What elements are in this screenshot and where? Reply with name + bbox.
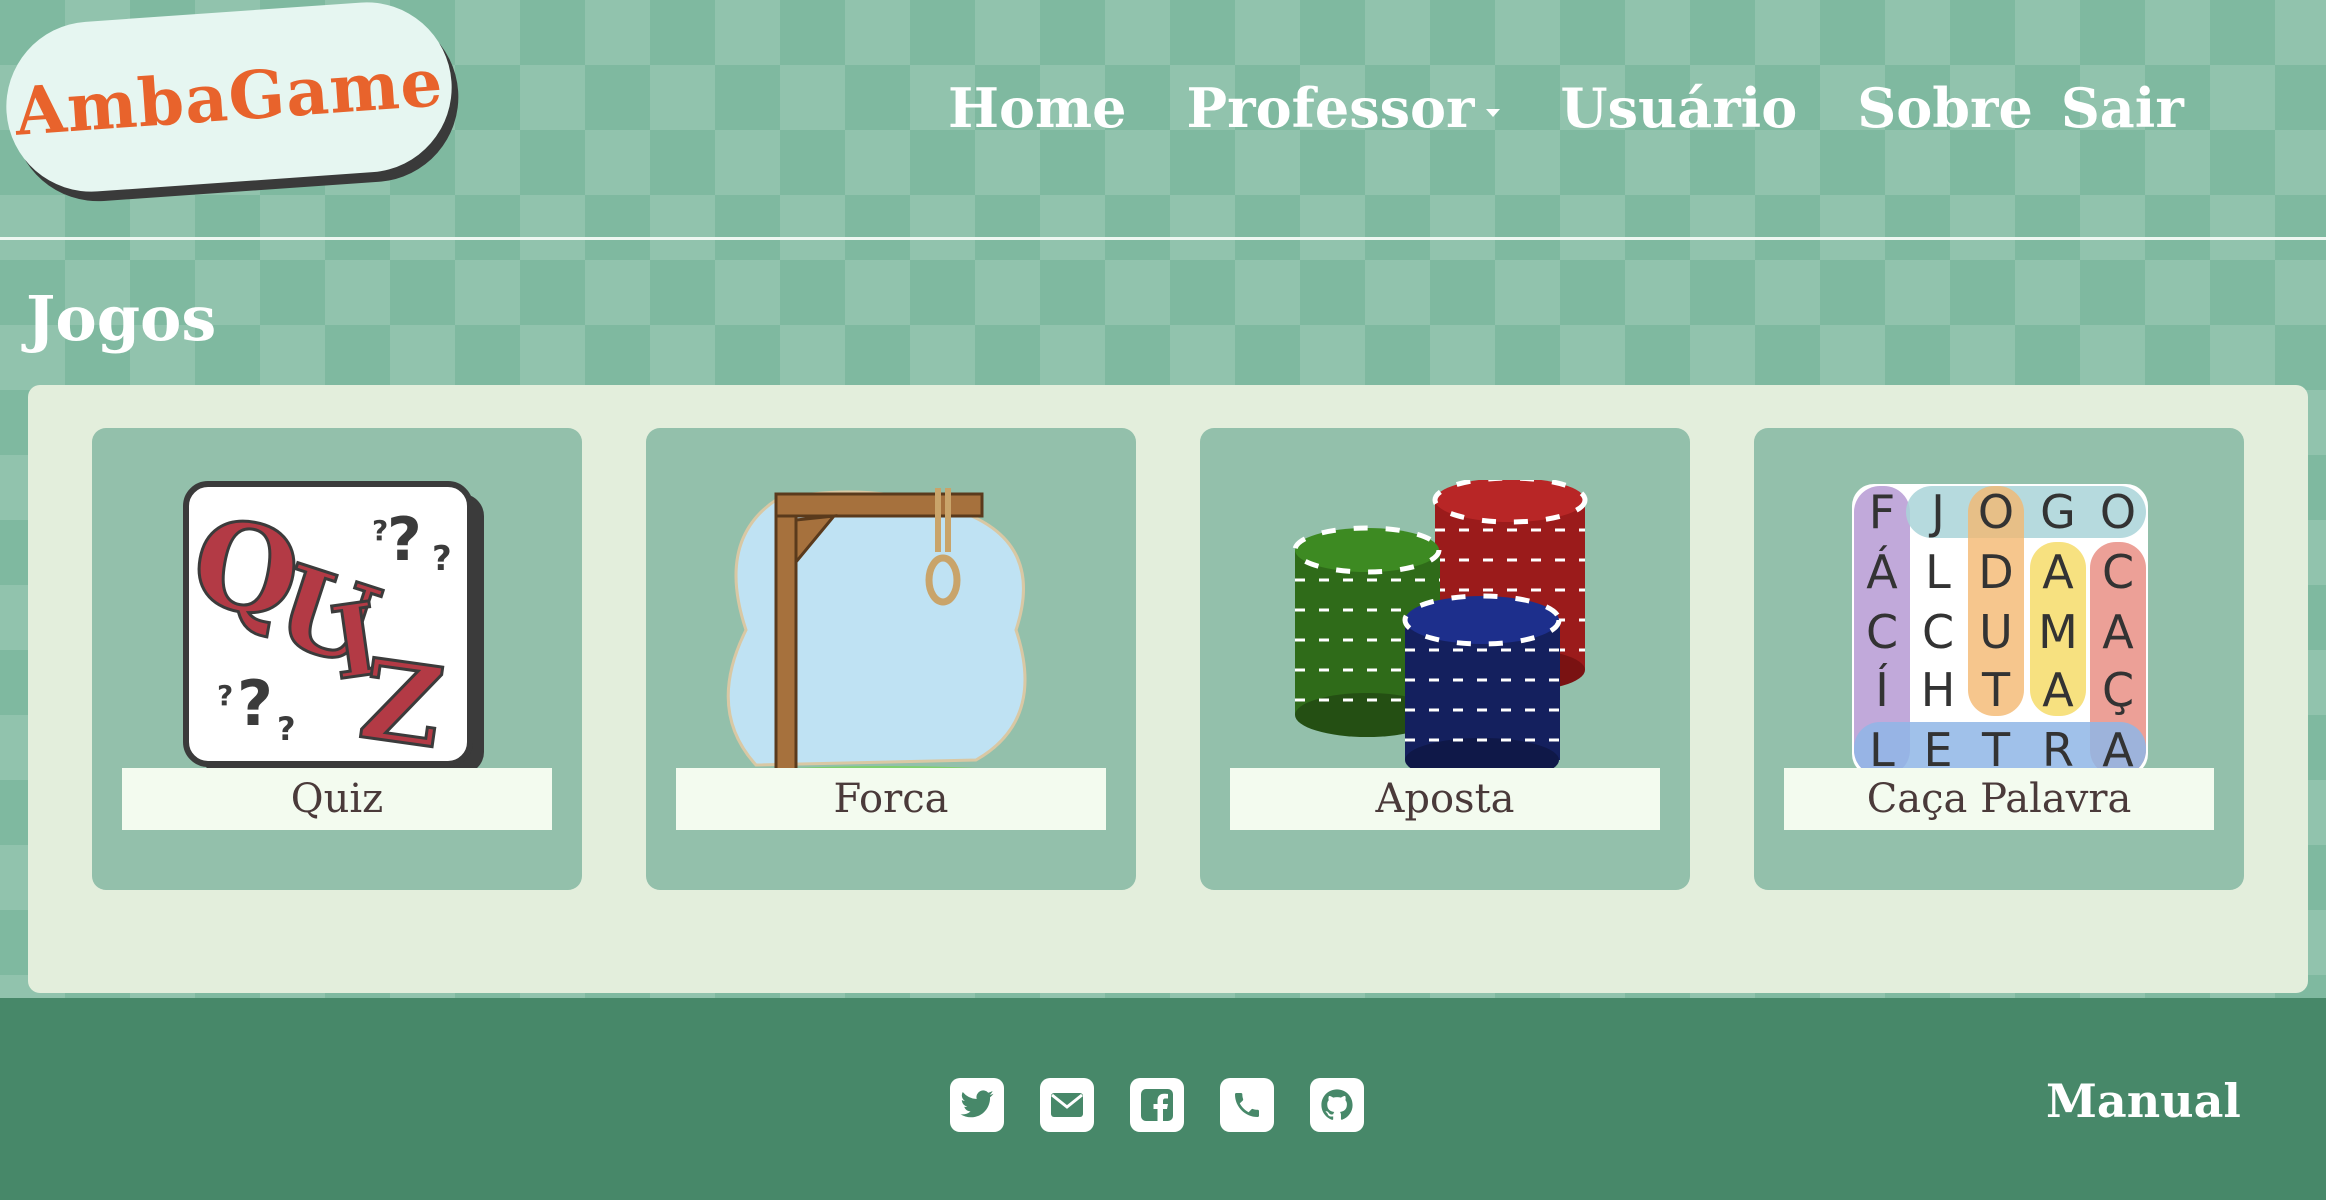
game-card-quiz[interactable]: Q U I Z ? ? ? ? ? ? Quiz — [92, 428, 582, 890]
game-label-quiz: Quiz — [122, 768, 552, 830]
svg-text:A: A — [2102, 605, 2134, 659]
game-label-forca: Forca — [676, 768, 1106, 830]
svg-text:?: ? — [277, 710, 296, 748]
svg-text:A: A — [2042, 663, 2074, 717]
manual-link[interactable]: Manual — [2046, 1074, 2241, 1128]
game-card-forca[interactable]: Forca — [646, 428, 1136, 890]
main-nav: Home Professor Usuário Sobre Sair — [948, 68, 2244, 148]
svg-text:L: L — [1925, 545, 1951, 599]
logo[interactable]: AmbaGame — [0, 0, 458, 198]
poker-chips-icon — [1230, 464, 1660, 796]
social-links — [950, 1078, 1400, 1132]
game-card-caca-palavra[interactable]: FJOGO ÁLDAC CCUMA ÍHTAÇ LETRA Caça Palav… — [1754, 428, 2244, 890]
svg-text:C: C — [1922, 605, 1954, 659]
site-footer: Manual — [0, 998, 2326, 1200]
svg-text:A: A — [2042, 545, 2074, 599]
svg-text:?: ? — [387, 505, 422, 575]
svg-text:C: C — [1866, 605, 1898, 659]
svg-text:T: T — [1981, 663, 2011, 717]
site-header: AmbaGame Home Professor Usuário Sobre Sa… — [0, 0, 2326, 240]
svg-text:?: ? — [237, 667, 273, 740]
svg-text:U: U — [1979, 605, 2013, 659]
nav-professor-dropdown[interactable]: Professor — [1187, 76, 1501, 140]
facebook-icon[interactable] — [1130, 1078, 1184, 1132]
word-search-icon: FJOGO ÁLDAC CCUMA ÍHTAÇ LETRA — [1784, 464, 2214, 796]
svg-text:M: M — [2038, 605, 2078, 659]
phone-icon[interactable] — [1220, 1078, 1274, 1132]
svg-text:D: D — [1978, 545, 2013, 599]
svg-text:Í: Í — [1875, 663, 1889, 717]
hangman-icon — [676, 464, 1106, 796]
nav-sobre[interactable]: Sobre — [1857, 76, 2033, 140]
svg-text:C: C — [2102, 545, 2134, 599]
nav-sair[interactable]: Sair — [2061, 76, 2184, 140]
game-label-caca-palavra: Caça Palavra — [1784, 768, 2214, 830]
svg-text:F: F — [1869, 485, 1895, 539]
nav-home[interactable]: Home — [948, 76, 1127, 140]
logo-text: AmbaGame — [12, 43, 446, 151]
svg-text:H: H — [1921, 663, 1956, 717]
svg-text:J: J — [1928, 485, 1945, 539]
game-card-aposta[interactable]: Aposta — [1200, 428, 1690, 890]
email-icon[interactable] — [1040, 1078, 1094, 1132]
game-label-aposta: Aposta — [1230, 768, 1660, 830]
github-icon[interactable] — [1310, 1078, 1364, 1132]
svg-text:G: G — [2040, 485, 2076, 539]
svg-text:?: ? — [432, 539, 452, 579]
nav-usuario[interactable]: Usuário — [1560, 76, 1797, 140]
page-title: Jogos — [26, 282, 217, 355]
chevron-down-icon — [1486, 108, 1501, 117]
svg-text:?: ? — [217, 679, 233, 712]
svg-text:O: O — [2100, 485, 2136, 539]
svg-text:Ç: Ç — [2102, 663, 2134, 717]
svg-text:?: ? — [372, 514, 388, 547]
svg-text:Á: Á — [1866, 545, 1898, 599]
quiz-icon: Q U I Z ? ? ? ? ? ? — [122, 464, 552, 796]
twitter-icon[interactable] — [950, 1078, 1004, 1132]
svg-text:O: O — [1978, 485, 2014, 539]
